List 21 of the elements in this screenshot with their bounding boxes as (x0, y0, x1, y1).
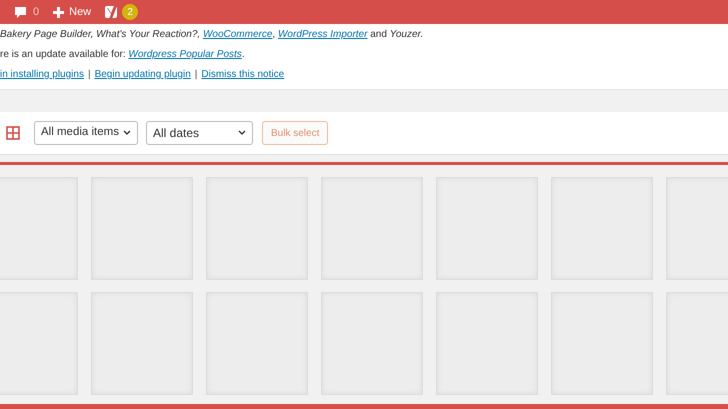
notification-badge: 2 (122, 4, 138, 20)
separator: | (194, 68, 198, 81)
comment-count: 0 (33, 4, 40, 20)
notice-link[interactable]: WordPress Importer (278, 29, 368, 40)
notice-link[interactable]: WooCommerce (202, 29, 272, 40)
notice-link[interactable]: Wordpress Popular Posts (128, 49, 242, 60)
seo-logo-icon[interactable] (105, 4, 120, 20)
notice-action-link[interactable]: in installing plugins (0, 68, 84, 81)
notice-text: Bakery Page Builder, What's Your Reaction?, WooCommerce, WordPress Importer and Youzer. (0, 28, 424, 41)
chevron-icon (123, 130, 131, 136)
notice-action-link[interactable]: Begin updating plugin (94, 68, 191, 81)
plus-icon (53, 6, 64, 18)
notice-text: re is an update available for: Wordpress Popular Posts. (0, 48, 246, 61)
separator: | (88, 68, 91, 81)
chevron-icon (238, 130, 246, 136)
grid-view-icon[interactable] (6, 126, 20, 140)
date-select[interactable]: All dates (146, 121, 253, 145)
media-type-select[interactable]: All media items (34, 121, 138, 145)
comment-icon[interactable] (14, 6, 27, 18)
new-link[interactable]: New (69, 4, 92, 20)
notice-action-link[interactable]: Dismiss this notice (201, 68, 284, 81)
